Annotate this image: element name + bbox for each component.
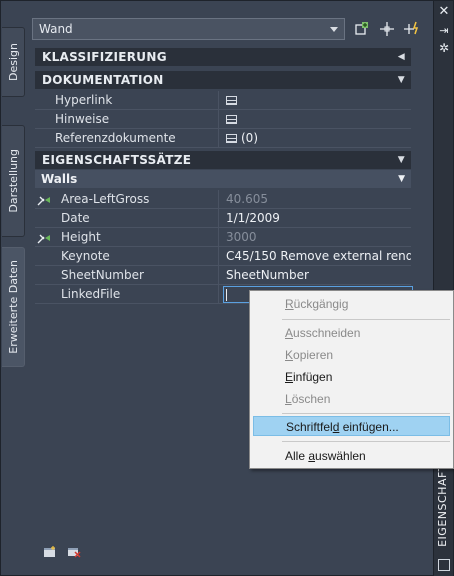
menu-separator [282,441,450,442]
context-menu: Rückgängig Ausschneiden Kopieren Einfüge… [249,290,454,469]
vertical-tab-strip: Design Darstellung Erweiterte Daten [1,1,25,576]
chevron-down-icon[interactable]: ▼ [398,151,405,169]
add-property-set-icon[interactable] [43,546,57,558]
tab-design[interactable]: Design [2,27,25,97]
property-row-referenzdokumente[interactable]: Referenzdokumente (0) [35,129,411,148]
property-value[interactable]: (0) [223,129,411,148]
property-row-area-leftgross[interactable]: Area-LeftGross 40.605 [35,190,411,209]
chevron-down-icon[interactable] [330,27,338,32]
object-type-select[interactable]: Wand [32,18,345,40]
palette-title-bar[interactable]: ✕ ⇥ ✲ EIGENSCHAFTEN [433,1,453,576]
worksheet-icon [226,115,237,124]
property-row-height[interactable]: Height 3000 [35,228,411,247]
select-objects-icon[interactable] [378,20,396,38]
formula-icon [37,196,50,206]
menu-item-loeschen[interactable]: Löschen [253,389,450,409]
worksheet-icon [226,96,237,105]
property-value[interactable] [223,91,411,110]
section-klassifizierung[interactable]: KLASSIFIZIERUNG ◀ [35,48,411,66]
worksheet-icon [226,134,237,143]
menu-item-schriftfeld-einfuegen[interactable]: Schriftfeld einfügen... [253,416,450,436]
menu-item-einfuegen[interactable]: Einfügen [253,367,450,387]
autohide-icon[interactable]: ⇥ [437,24,451,38]
menu-separator [282,413,450,414]
tab-darstellung[interactable]: Darstellung [2,125,25,237]
menu-item-kopieren[interactable]: Kopieren [253,345,450,365]
property-row-date[interactable]: Date 1/1/2009 [35,209,411,228]
properties-palette: Design Darstellung Erweiterte Daten ✕ ⇥ … [0,0,454,576]
close-icon[interactable]: ✕ [437,5,451,19]
property-set-walls[interactable]: Walls ▼ [35,170,411,188]
menu-item-ausschneiden[interactable]: Ausschneiden [253,323,450,343]
remove-property-set-icon[interactable] [67,546,81,558]
settings-icon[interactable]: ✲ [437,41,451,55]
section-eigenschaftssaetze[interactable]: EIGENSCHAFTSSÄTZE ▼ [35,151,411,169]
section-dokumentation[interactable]: DOKUMENTATION ▼ [35,71,411,89]
property-value[interactable] [223,110,411,129]
toggle-pickadd-icon[interactable] [403,20,421,38]
property-row-sheetnumber[interactable]: SheetNumber SheetNumber [35,266,411,285]
tab-erweiterte-daten[interactable]: Erweiterte Daten [2,247,25,367]
chevron-left-icon[interactable]: ◀ [398,48,405,66]
chevron-down-icon[interactable]: ▼ [398,71,405,89]
text-caret [226,289,227,301]
menu-separator [282,319,450,320]
chevron-down-icon[interactable]: ▼ [398,170,405,188]
top-toolbar: Wand [32,18,425,40]
quick-select-icon[interactable] [353,20,371,38]
menu-item-rueckgaengig[interactable]: Rückgängig [253,294,450,314]
formula-icon [37,234,50,244]
property-row-keynote[interactable]: Keynote C45/150 Remove external render [35,247,411,266]
palette-menu-icon[interactable] [438,559,450,571]
property-row-hinweise[interactable]: Hinweise [35,110,411,129]
menu-item-alle-auswaehlen[interactable]: Alle auswählen [253,446,450,466]
property-row-hyperlink[interactable]: Hyperlink [35,91,411,110]
